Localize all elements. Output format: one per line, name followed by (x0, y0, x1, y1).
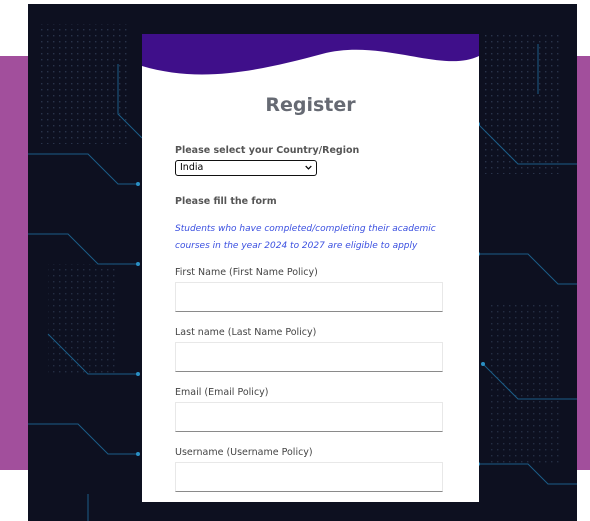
page-title: Register (265, 94, 356, 116)
first-name-input[interactable] (175, 282, 443, 312)
email-label: Email (Email Policy) (175, 387, 269, 398)
username-input[interactable] (175, 462, 443, 492)
country-select[interactable]: India (175, 160, 317, 176)
first-name-label: First Name (First Name Policy) (175, 267, 318, 278)
country-selected-value: India (180, 162, 204, 173)
country-label: Please select your Country/Region (175, 145, 360, 156)
last-name-label: Last name (Last Name Policy) (175, 327, 317, 338)
eligibility-note: Students who have completed/completing t… (175, 224, 436, 251)
register-card: Register Please select your Country/Regi… (142, 34, 479, 502)
last-name-input[interactable] (175, 342, 443, 372)
email-input[interactable] (175, 402, 443, 432)
username-label: Username (Username Policy) (175, 447, 313, 458)
chevron-down-icon (305, 165, 312, 170)
form-heading: Please fill the form (175, 196, 277, 207)
header-wave (142, 34, 479, 75)
